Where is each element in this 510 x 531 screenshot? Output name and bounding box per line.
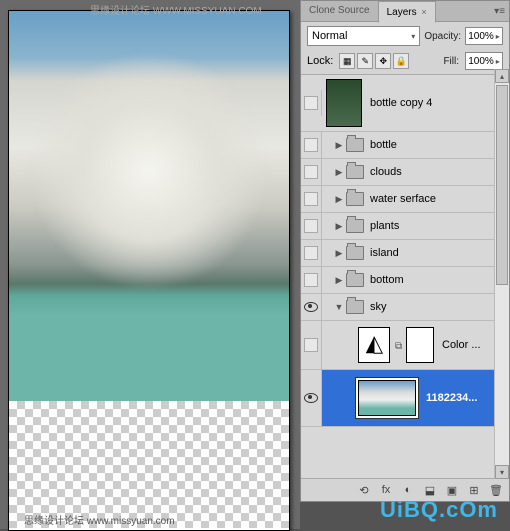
disclosure-icon[interactable]: ▶ <box>334 221 344 231</box>
disclosure-icon[interactable]: ▶ <box>334 167 344 177</box>
tab-close-icon[interactable]: × <box>421 7 426 17</box>
disclosure-icon[interactable]: ▶ <box>334 275 344 285</box>
folder-icon <box>346 138 364 152</box>
opacity-arrow-icon: ▸ <box>496 32 500 41</box>
layers-list: bottle copy 4 ▶ bottle ▶ clouds ▶ water … <box>301 75 509 478</box>
layer-thumbnail[interactable] <box>358 380 416 416</box>
opacity-value: 100% <box>468 31 494 42</box>
layer-group-sky[interactable]: ▼ sky <box>301 294 509 321</box>
eye-icon[interactable] <box>304 393 318 403</box>
tab-clone-source[interactable]: Clone Source <box>301 1 378 21</box>
disclosure-icon[interactable]: ▶ <box>334 194 344 204</box>
folder-icon <box>346 273 364 287</box>
mask-icon[interactable]: ◐ <box>401 483 415 497</box>
folder-icon <box>346 165 364 179</box>
fill-label: Fill: <box>443 56 459 67</box>
folder-icon <box>346 246 364 260</box>
document-window[interactable] <box>8 10 290 531</box>
lock-position-icon[interactable]: ✥ <box>375 53 391 69</box>
fx-icon[interactable]: fx <box>379 483 393 497</box>
adjustment-thumbnail[interactable] <box>358 327 390 363</box>
trash-icon[interactable]: 🗑 <box>489 483 503 497</box>
mask-thumbnail[interactable] <box>406 327 434 363</box>
link-icon: ⧉ <box>395 341 403 349</box>
fill-value: 100% <box>468 56 494 67</box>
tab-layers[interactable]: Layers × <box>378 1 436 23</box>
panel-tabs: Clone Source Layers × ▾≡ <box>301 1 509 22</box>
lock-label: Lock: <box>307 55 333 67</box>
canvas-image <box>9 11 289 401</box>
scroll-down-icon[interactable]: ▾ <box>495 465 509 479</box>
layer-color-adjustment[interactable]: ⧉ Color ... <box>301 321 509 370</box>
watermark-bottom-right: UiBQ.cOm <box>380 497 498 523</box>
blend-row: Normal ▾ Opacity: 100% ▸ <box>301 22 509 50</box>
visibility-toggle[interactable] <box>304 273 318 287</box>
scroll-up-icon[interactable]: ▴ <box>495 69 509 83</box>
scroll-thumb[interactable] <box>496 85 508 285</box>
link-layers-icon[interactable]: ⟲ <box>357 483 371 497</box>
blend-mode-value: Normal <box>312 30 347 42</box>
layer-name: bottle copy 4 <box>370 97 505 109</box>
group-icon[interactable]: ▣ <box>445 483 459 497</box>
scrollbar[interactable]: ▴ ▾ <box>494 69 509 479</box>
watermark-bottom-left: 思缘设计论坛 www.missyuan.com <box>24 512 175 527</box>
lock-transparent-icon[interactable]: ▦ <box>339 53 355 69</box>
fill-input[interactable]: 100% ▸ <box>465 52 503 70</box>
watermark-top: 思缘设计论坛 WWW.MISSYUAN.COM <box>90 2 262 17</box>
layer-group-bottom[interactable]: ▶ bottom <box>301 267 509 294</box>
eye-icon[interactable] <box>304 302 318 312</box>
visibility-toggle[interactable] <box>304 165 318 179</box>
layer-name: bottom <box>370 274 505 286</box>
visibility-toggle[interactable] <box>304 138 318 152</box>
layer-name: island <box>370 247 505 259</box>
layer-group-water-serface[interactable]: ▶ water serface <box>301 186 509 213</box>
layer-name: bottle <box>370 139 505 151</box>
workspace <box>0 0 300 529</box>
layer-name: water serface <box>370 193 505 205</box>
layer-group-bottle[interactable]: ▶ bottle <box>301 132 509 159</box>
layer-thumbnail[interactable] <box>326 79 362 127</box>
disclosure-icon[interactable]: ▶ <box>334 248 344 258</box>
disclosure-icon[interactable]: ▶ <box>334 140 344 150</box>
visibility-toggle[interactable] <box>304 246 318 260</box>
blend-mode-select[interactable]: Normal ▾ <box>307 26 420 46</box>
folder-icon <box>346 300 364 314</box>
visibility-toggle[interactable] <box>304 338 318 352</box>
opacity-input[interactable]: 100% ▸ <box>465 27 503 45</box>
fill-arrow-icon: ▸ <box>496 57 500 66</box>
layer-group-clouds[interactable]: ▶ clouds <box>301 159 509 186</box>
new-layer-icon[interactable]: ⊞ <box>467 483 481 497</box>
layer-name: clouds <box>370 166 505 178</box>
layer-sky-image[interactable]: 1182234... <box>301 370 509 427</box>
adjustment-icon[interactable]: ⬓ <box>423 483 437 497</box>
visibility-toggle[interactable] <box>304 219 318 233</box>
transparent-area <box>9 401 289 528</box>
layer-name: plants <box>370 220 505 232</box>
layer-group-island[interactable]: ▶ island <box>301 240 509 267</box>
folder-icon <box>346 219 364 233</box>
tab-layers-label: Layers <box>387 7 417 18</box>
layers-panel: Clone Source Layers × ▾≡ Normal ▾ Opacit… <box>300 0 510 502</box>
lock-image-icon[interactable]: ✎ <box>357 53 373 69</box>
panel-menu-icon[interactable]: ▾≡ <box>494 6 505 17</box>
visibility-toggle[interactable] <box>304 192 318 206</box>
layer-bottle-copy-4[interactable]: bottle copy 4 <box>301 75 509 132</box>
layer-name: sky <box>370 301 505 313</box>
folder-icon <box>346 192 364 206</box>
lock-all-icon[interactable]: 🔒 <box>393 53 409 69</box>
chevron-down-icon: ▾ <box>411 32 415 41</box>
disclosure-icon[interactable]: ▼ <box>334 302 344 312</box>
visibility-toggle[interactable] <box>304 96 318 110</box>
lock-row: Lock: ▦ ✎ ✥ 🔒 Fill: 100% ▸ <box>301 50 509 75</box>
layer-group-plants[interactable]: ▶ plants <box>301 213 509 240</box>
opacity-label: Opacity: <box>424 31 461 42</box>
